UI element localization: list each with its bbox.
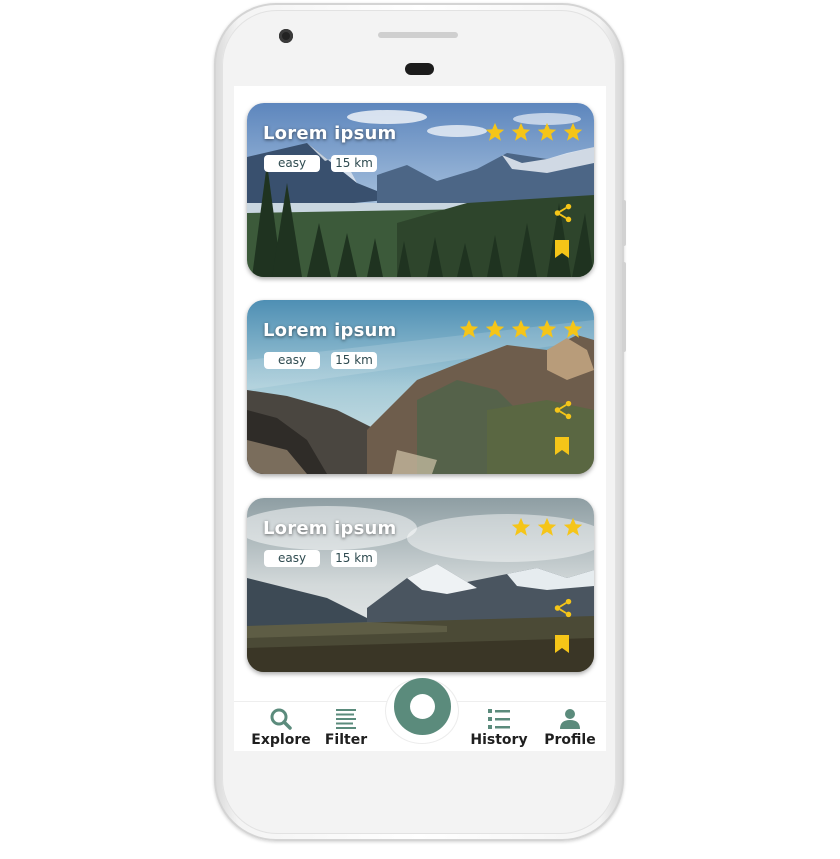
distance-badge: 15 km [331, 550, 377, 567]
share-icon[interactable] [552, 202, 574, 224]
rating-stars [510, 516, 584, 538]
difficulty-badge: easy [264, 155, 320, 172]
difficulty-badge: easy [264, 352, 320, 369]
star-icon [511, 517, 531, 536]
proximity-sensor [405, 63, 434, 75]
front-camera-icon [279, 29, 293, 43]
star-icon [485, 122, 505, 141]
record-button-icon [410, 694, 435, 719]
distance-badge: 15 km [331, 155, 377, 172]
nav-profile-label: Profile [544, 732, 596, 748]
trail-card[interactable]: Lorem ipsum easy 15 km [247, 103, 594, 277]
nav-profile[interactable]: Profile [535, 707, 605, 748]
star-icon [563, 319, 583, 338]
star-icon [563, 122, 583, 141]
trail-title: Lorem ipsum [263, 123, 397, 144]
person-icon [560, 709, 580, 729]
bookmark-icon[interactable] [555, 240, 569, 258]
star-icon [459, 319, 479, 338]
nav-history[interactable]: History [464, 707, 534, 748]
star-icon [511, 122, 531, 141]
record-button[interactable] [394, 678, 451, 735]
star-icon [537, 319, 557, 338]
difficulty-badge: easy [264, 550, 320, 567]
rating-stars [484, 121, 584, 143]
nav-explore[interactable]: Explore [246, 707, 316, 748]
trail-card[interactable]: Lorem ipsum easy 15 km [247, 498, 594, 672]
bookmark-icon[interactable] [555, 635, 569, 653]
star-icon [563, 517, 583, 536]
star-icon [511, 319, 531, 338]
trail-card[interactable]: Lorem ipsum easy 15 km [247, 300, 594, 474]
rating-stars [458, 318, 584, 340]
trail-title: Lorem ipsum [263, 320, 397, 341]
nav-history-label: History [470, 732, 528, 748]
nav-explore-label: Explore [251, 732, 311, 748]
star-icon [485, 319, 505, 338]
bookmark-icon[interactable] [555, 437, 569, 455]
nav-filter[interactable]: Filter [311, 707, 381, 748]
star-icon [537, 122, 557, 141]
earpiece-speaker [378, 32, 458, 38]
list-icon [488, 709, 510, 729]
search-icon [270, 708, 292, 730]
share-icon[interactable] [552, 399, 574, 421]
star-icon [537, 517, 557, 536]
app-screen: Lorem ipsum easy 15 km Lorem ipsum easy … [234, 86, 606, 751]
distance-badge: 15 km [331, 352, 377, 369]
trail-title: Lorem ipsum [263, 518, 397, 539]
nav-filter-label: Filter [324, 732, 368, 748]
power-button [622, 200, 626, 246]
volume-button [622, 262, 626, 352]
filter-lines-icon [336, 709, 356, 729]
share-icon[interactable] [552, 597, 574, 619]
